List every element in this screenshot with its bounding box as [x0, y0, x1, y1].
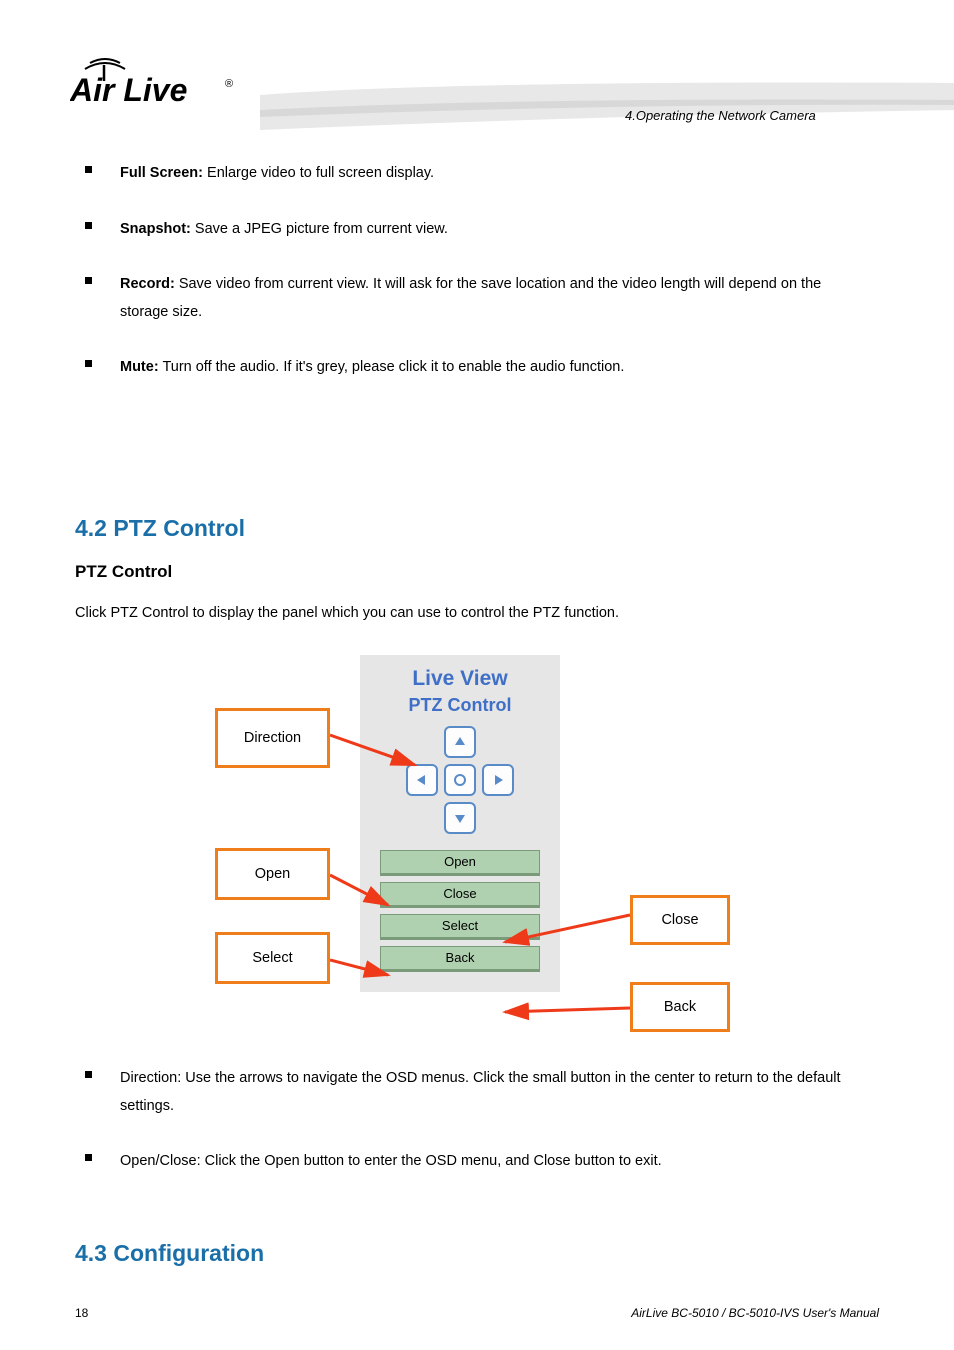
section2-title: Configuration	[113, 1240, 264, 1266]
svg-text:®: ®	[225, 78, 233, 90]
list-item: Record: Save video from current view. It…	[85, 271, 865, 326]
list-item-desc: Enlarge video to full screen display.	[203, 165, 434, 181]
airlive-logo: Air Live ®	[70, 55, 260, 115]
ptz-panel: Live View PTZ Control Open Close Select …	[360, 655, 560, 992]
bottom-bullets: Direction: Use the arrows to navigate th…	[85, 1065, 865, 1204]
bullet-icon	[85, 1071, 92, 1078]
section2-heading: 4.3 Configuration	[75, 1240, 264, 1267]
list-item: Snapshot: Save a JPEG picture from curre…	[85, 216, 865, 244]
section-title: PTZ Control	[113, 515, 245, 541]
back-button[interactable]: Back	[380, 946, 540, 972]
section-subheading: PTZ Control	[75, 562, 172, 582]
list-item-desc: Turn off the audio. If it's grey, please…	[159, 359, 625, 375]
bullet-icon	[85, 166, 92, 173]
callout-direction: Direction	[215, 708, 330, 768]
bullet-icon	[85, 360, 92, 367]
callout-arrow	[500, 1000, 635, 1025]
svg-text:Air Live: Air Live	[70, 72, 187, 108]
list-item-label: Direction:	[120, 1070, 181, 1086]
close-button[interactable]: Close	[380, 882, 540, 908]
arrow-down-button[interactable]	[444, 802, 476, 834]
top-bullets: Full Screen: Enlarge video to full scree…	[85, 160, 865, 410]
footer-page-number: 18	[75, 1306, 88, 1320]
footer-manual-title: AirLive BC-5010 / BC-5010-IVS User's Man…	[631, 1306, 879, 1320]
callout-close: Close	[630, 895, 730, 945]
list-item-label: Mute:	[120, 359, 159, 375]
list-item-desc: Click the Open button to enter the OSD m…	[201, 1153, 662, 1169]
list-item: Direction: Use the arrows to navigate th…	[85, 1065, 865, 1120]
bullet-icon	[85, 222, 92, 229]
list-item: Open/Close: Click the Open button to ent…	[85, 1148, 865, 1176]
bullet-icon	[85, 1154, 92, 1161]
chapter-label: 4.Operating the Network Camera	[625, 108, 816, 125]
open-button[interactable]: Open	[380, 850, 540, 876]
list-item: Mute: Turn off the audio. If it's grey, …	[85, 354, 865, 382]
list-item-desc: Use the arrows to navigate the OSD menus…	[120, 1070, 841, 1114]
section-heading: 4.2 PTZ Control	[75, 515, 245, 542]
list-item-label: Full Screen:	[120, 165, 203, 181]
select-button[interactable]: Select	[380, 914, 540, 940]
list-item: Full Screen: Enlarge video to full scree…	[85, 160, 865, 188]
callout-select: Select	[215, 932, 330, 984]
section-number: 4.2	[75, 515, 113, 541]
ptz-subheading: PTZ Control	[360, 695, 560, 716]
arrow-left-button[interactable]	[406, 764, 438, 796]
arrow-up-button[interactable]	[444, 726, 476, 758]
callout-open: Open	[215, 848, 330, 900]
section-paragraph: Click PTZ Control to display the panel w…	[75, 600, 865, 626]
page: Air Live ® 4.Operating the Network Camer…	[0, 0, 954, 1350]
callout-back: Back	[630, 982, 730, 1032]
list-item-label: Record:	[120, 276, 175, 292]
home-button[interactable]	[444, 764, 476, 796]
list-item-label: Open/Close:	[120, 1153, 201, 1169]
header-swoosh	[260, 75, 954, 135]
ptz-heading: Live View	[360, 667, 560, 691]
dpad	[400, 726, 520, 834]
list-item-desc: Save video from current view. It will as…	[120, 276, 821, 320]
section2-number: 4.3	[75, 1240, 113, 1266]
bullet-icon	[85, 277, 92, 284]
list-item-desc: Save a JPEG picture from current view.	[191, 221, 448, 237]
arrow-right-button[interactable]	[482, 764, 514, 796]
list-item-label: Snapshot:	[120, 221, 191, 237]
